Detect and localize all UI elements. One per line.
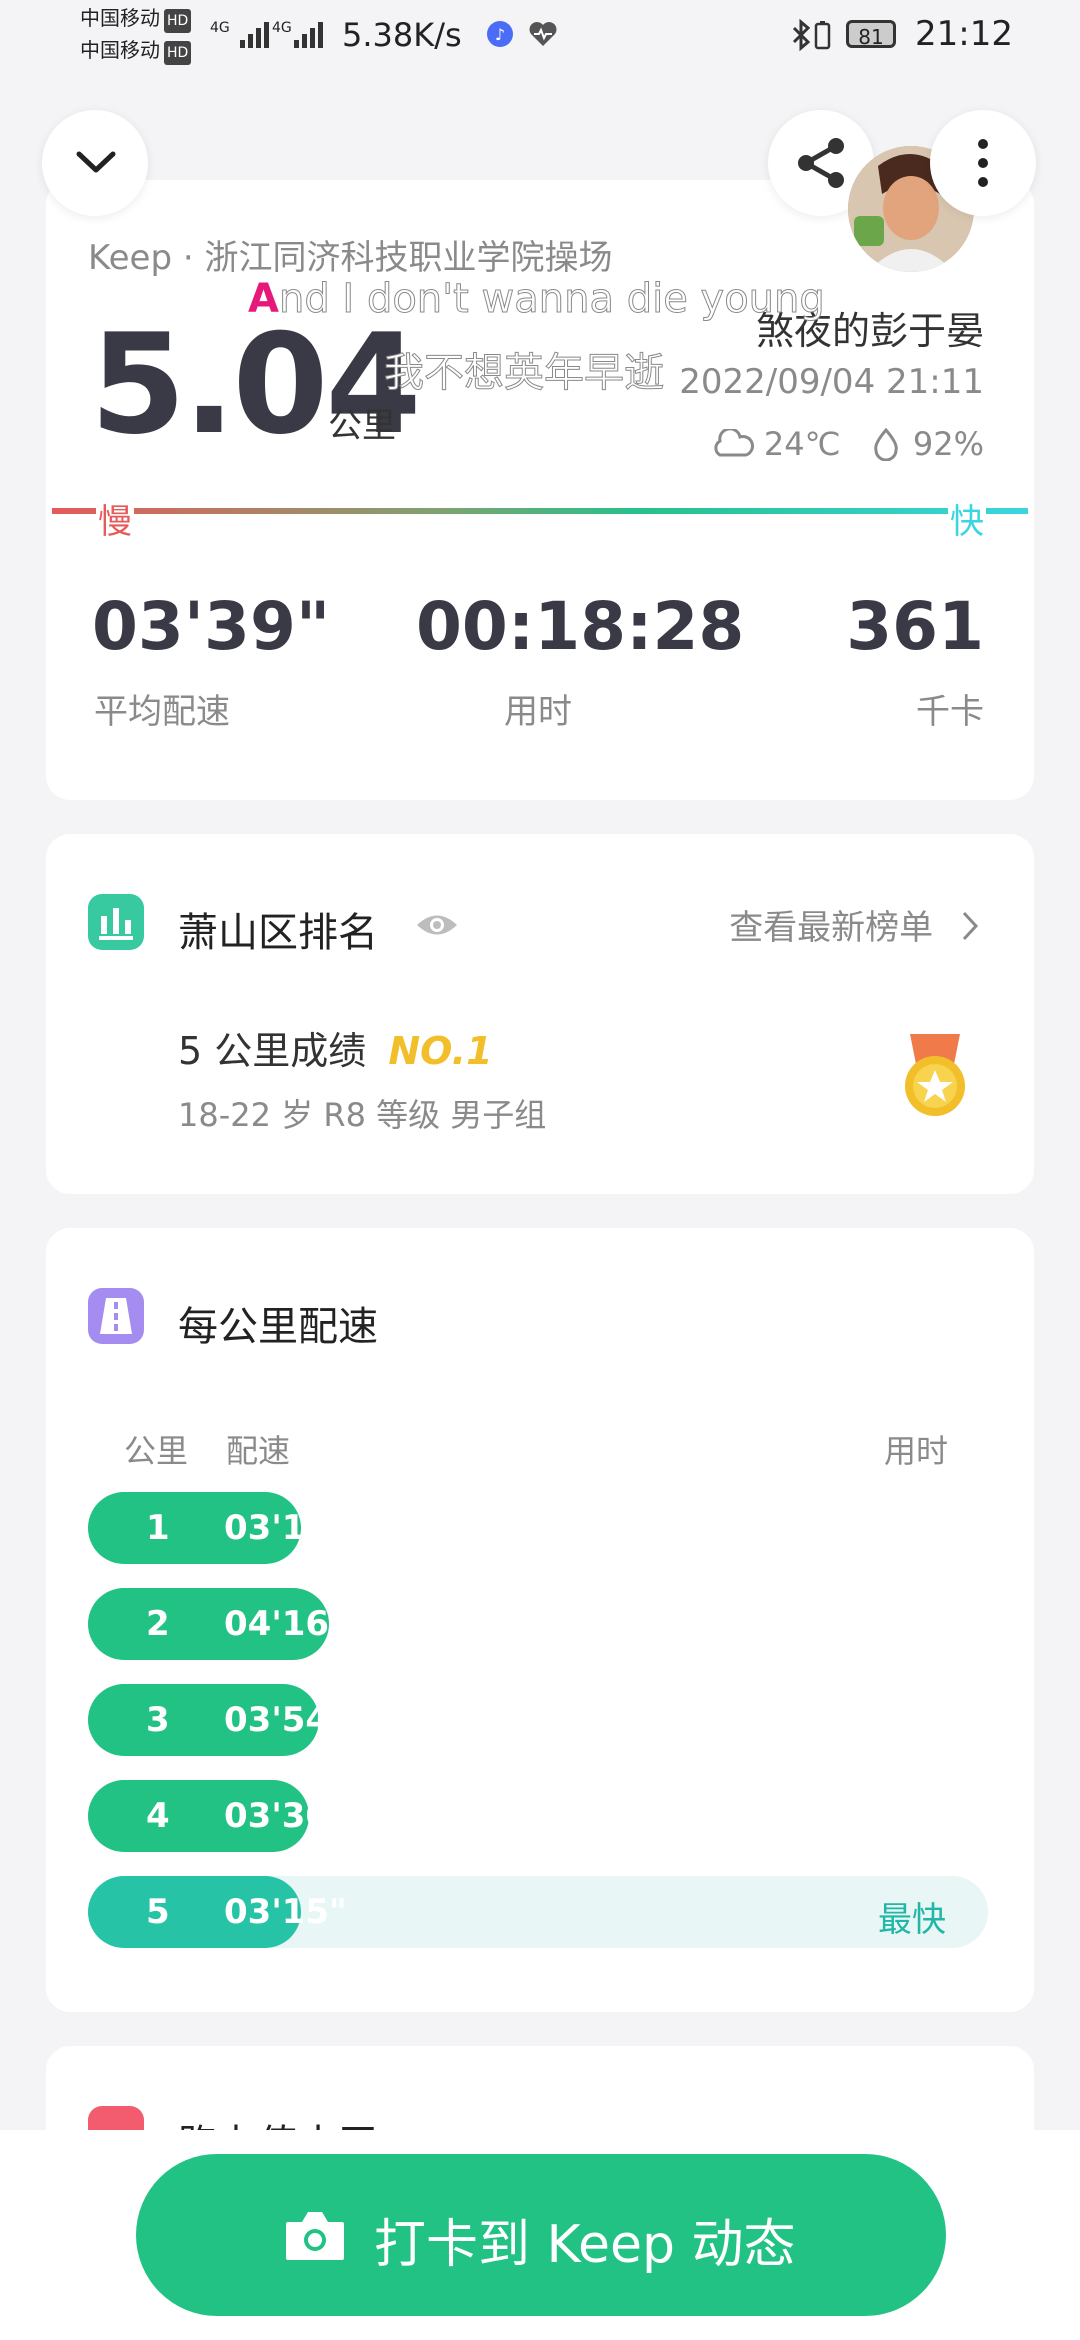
column-time: 用时: [883, 1432, 948, 1470]
camera-icon: [286, 2212, 344, 2260]
share-icon: [798, 138, 844, 188]
humidity: 92%: [912, 425, 984, 463]
split-pace: 04'16": [224, 1604, 347, 1644]
checkin-label: 打卡到 Keep 动态: [374, 2215, 796, 2275]
run-datetime: 2022/09/04 21:11: [679, 362, 984, 402]
gold-medal-icon: [905, 1034, 965, 1116]
avg-pace-value: 03'39": [92, 588, 331, 665]
eye-icon[interactable]: [414, 910, 460, 940]
column-km: 公里: [124, 1432, 189, 1470]
ranking-card[interactable]: [46, 834, 1034, 1194]
more-button[interactable]: [930, 110, 1036, 216]
battery-saver-icon: [814, 21, 831, 50]
carrier-1: 中国移动 HD: [80, 6, 192, 33]
pace-split-bar: 1 03'16": [88, 1492, 347, 1564]
pace-split-bar: 2 04'16": [88, 1588, 347, 1660]
distance-unit: 公里: [328, 406, 396, 446]
lyric-subtitle-zh: 我不想英年早逝: [384, 350, 665, 397]
health-heart-icon: [529, 22, 557, 46]
checkin-button[interactable]: 打卡到 Keep 动态: [136, 2154, 946, 2316]
fastest-label: 最快: [878, 1900, 946, 1940]
ranking-title: 萧山区排名: [178, 910, 378, 956]
pace-title: 每公里配速: [178, 1304, 378, 1350]
humidity-drop-icon: [873, 427, 898, 462]
status-bar: 中国移动 HD 中国移动 HD 4G 4G 5.38K/s ♪ 81 21:12: [0, 0, 1080, 80]
net-speed: 5.38K/s: [342, 16, 462, 54]
bluetooth-icon: [792, 18, 811, 52]
slow-label: 慢: [96, 494, 134, 543]
split-pace: 03'30": [224, 1796, 347, 1836]
lyric-subtitle-en: And I don't wanna die young: [248, 276, 825, 323]
status-time: 21:12: [915, 14, 1013, 54]
weather-info: 24℃ 92%: [710, 425, 984, 463]
pace-split-bar: 3 03'54": [88, 1684, 347, 1756]
temperature: 24℃: [763, 425, 841, 463]
split-km: 2: [146, 1604, 170, 1644]
split-km: 3: [146, 1700, 170, 1740]
fast-label: 快: [948, 494, 986, 543]
rank-number: NO.1: [388, 1029, 493, 1073]
signal-2-bars: [294, 18, 334, 48]
split-km: 4: [146, 1796, 170, 1836]
signal-2-type: 4G: [272, 20, 292, 36]
chevron-right-icon: [962, 911, 979, 941]
svg-text:♪: ♪: [495, 25, 505, 44]
calories-value: 361: [846, 588, 984, 665]
duration-label: 用时: [504, 692, 572, 732]
music-icon: ♪: [487, 21, 513, 47]
chevron-down-icon: [76, 151, 116, 173]
source-location: Keep · 浙江同济科技职业学院操场: [88, 238, 613, 278]
pace-split-bar: 5 03'15": [88, 1876, 347, 1948]
carrier-2: 中国移动 HD: [80, 38, 192, 65]
collapse-button[interactable]: [42, 110, 148, 216]
ranking-chart-icon: [88, 894, 144, 950]
split-pace: 03'15": [224, 1892, 347, 1932]
split-pace: 03'54": [224, 1700, 347, 1740]
calories-label: 千卡: [916, 692, 984, 732]
split-pace: 03'16": [224, 1508, 347, 1548]
avg-pace-label: 平均配速: [94, 692, 230, 732]
split-km: 5: [146, 1892, 170, 1932]
ranking-group: 18-22 岁 R8 等级 男子组: [178, 1096, 547, 1134]
pace-gradient-bar: [52, 508, 1028, 514]
ranking-result: 5 公里成绩 NO.1: [178, 1029, 493, 1073]
cloud-icon: [714, 427, 754, 457]
signal-1-type: 4G: [210, 20, 230, 36]
more-vertical-icon: [978, 139, 988, 187]
duration-value: 00:18:28: [416, 588, 745, 665]
column-pace: 配速: [226, 1432, 291, 1470]
battery-indicator: 81: [846, 20, 896, 49]
pace-road-icon: [88, 1288, 144, 1344]
pace-split-bar: 4 03'30": [88, 1780, 347, 1852]
view-latest-leaderboard-link[interactable]: 查看最新榜单: [729, 900, 982, 949]
split-km: 1: [146, 1508, 170, 1548]
